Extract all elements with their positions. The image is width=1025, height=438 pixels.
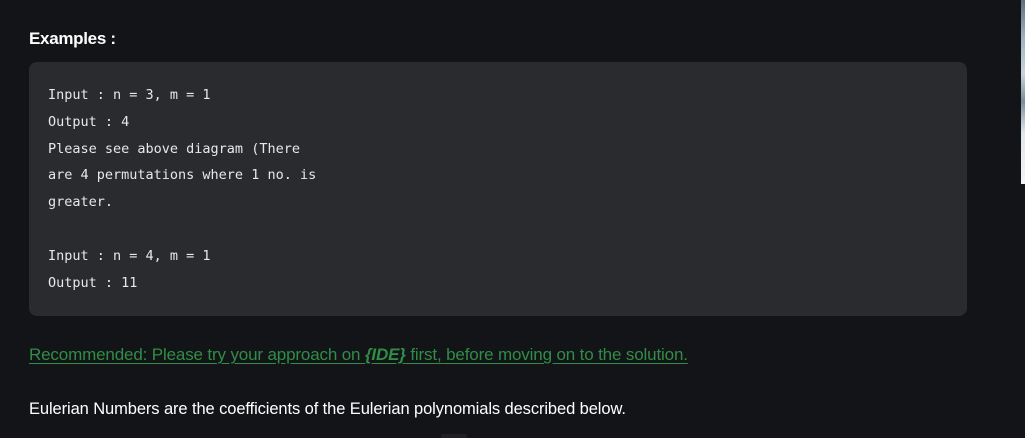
code-line: Input : n = 4, m = 1 [48,247,211,264]
code-line: Input : n = 3, m = 1 [48,87,211,103]
eulerian-description: Eulerian Numbers are the coefficients of… [29,400,626,418]
scroll-indicator[interactable] [441,434,467,438]
ide-link-label: {IDE} [364,345,406,364]
recommended-prefix: Recommended: Please try your approach on [29,345,365,364]
recommended-notice: Recommended: Please try your approach on… [29,345,688,365]
examples-heading: Examples : [29,29,116,48]
side-image-edge [1021,0,1025,184]
code-line: Output : 11 [48,274,138,291]
code-line: are 4 permutations where 1 no. is [48,167,317,184]
recommended-link[interactable]: Recommended: Please try your approach on… [29,345,688,364]
code-line: Output : 4 [48,113,130,130]
code-line [48,220,967,247]
code-line: Please see above diagram (There [48,140,300,157]
examples-code-block: Input : n = 3, m = 1 Output : 4 Please s… [29,62,967,316]
code-line: greater. [48,194,114,211]
recommended-suffix: first, before moving on to the solution. [405,345,688,364]
